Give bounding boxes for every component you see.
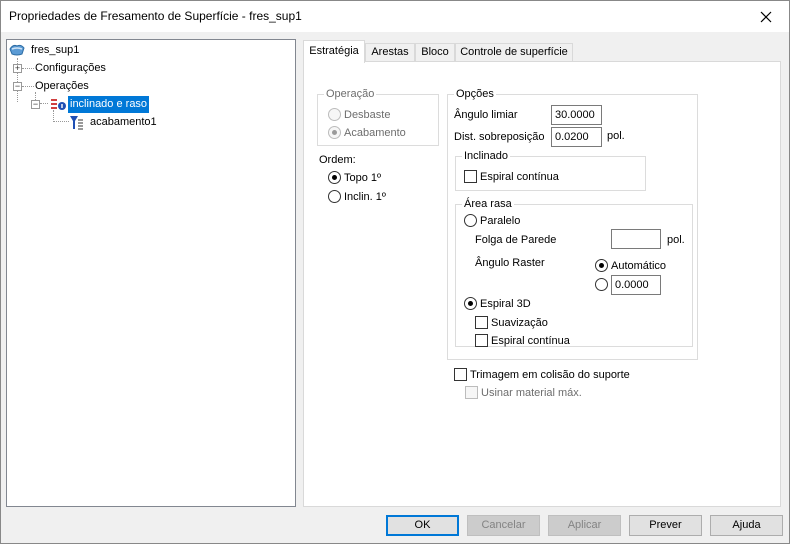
- ordem-label: Ordem:: [319, 154, 356, 166]
- dist-sobreposicao-input[interactable]: [551, 127, 602, 147]
- suavizacao-checkbox[interactable]: Suavização: [475, 315, 548, 330]
- dist-unit-label: pol.: [607, 130, 625, 142]
- automatico-radio[interactable]: Automático: [595, 258, 666, 273]
- radio-icon: [328, 107, 341, 121]
- tree-item-inclinado[interactable]: − inclinado e raso: [7, 96, 167, 113]
- window-title: Propriedades de Fresamento de Superfície…: [9, 9, 302, 23]
- expand-icon[interactable]: +: [13, 64, 22, 73]
- steep-shallow-icon: [51, 99, 66, 110]
- checkbox-icon: [465, 385, 478, 399]
- area-rasa-espiral-checkbox[interactable]: Espiral contínua: [475, 333, 570, 348]
- radio-icon: [595, 258, 608, 272]
- dialog-window: Propriedades de Fresamento de Superfície…: [0, 0, 790, 544]
- topo-radio[interactable]: Topo 1º: [328, 170, 381, 185]
- operations-tree[interactable]: fres_sup1 + Configurações − Operações − …: [6, 39, 296, 507]
- inclinado-espiral-checkbox[interactable]: Espiral contínua: [464, 169, 559, 184]
- tab-arestas[interactable]: Arestas: [365, 43, 415, 62]
- checkbox-icon: [454, 367, 467, 381]
- opcoes-legend: Opções: [454, 88, 496, 101]
- collapse-icon[interactable]: −: [13, 82, 22, 91]
- angulo-limiar-label: Ângulo limiar: [454, 109, 518, 121]
- inclinado-group: Inclinado Espiral contínua: [455, 150, 646, 191]
- area-rasa-legend: Área rasa: [462, 198, 514, 211]
- checkbox-icon: [464, 169, 477, 183]
- area-rasa-group: Área rasa Paralelo Folga de Parede pol. …: [455, 198, 693, 348]
- radio-icon: [464, 296, 477, 310]
- finishing-tool-icon: [70, 116, 83, 130]
- operacao-legend: Operação: [324, 88, 377, 101]
- checkbox-icon: [475, 315, 488, 329]
- cancel-button[interactable]: Cancelar: [467, 515, 540, 536]
- operacao-group: Operação Desbaste Acabamento: [317, 88, 439, 146]
- preview-button[interactable]: Prever: [629, 515, 702, 536]
- tab-bloco[interactable]: Bloco: [415, 43, 455, 62]
- radio-icon: [595, 277, 608, 291]
- tree-label-acabamento: acabamento1: [90, 116, 157, 128]
- dist-sobreposicao-label: Dist. sobreposição: [454, 131, 545, 143]
- tree-label-root: fres_sup1: [31, 44, 80, 56]
- folga-parede-label: Folga de Parede: [475, 234, 557, 246]
- tree-item-acabamento[interactable]: acabamento1: [7, 114, 167, 131]
- radio-icon: [464, 213, 477, 227]
- radio-icon: [328, 125, 341, 139]
- tree-label-operacoes: Operações: [35, 80, 89, 92]
- folga-parede-input[interactable]: [611, 229, 661, 249]
- part-icon: [9, 44, 25, 56]
- paralelo-radio[interactable]: Paralelo: [464, 213, 520, 228]
- angulo-raster-label: Ângulo Raster: [475, 257, 545, 269]
- help-button[interactable]: Ajuda: [710, 515, 783, 536]
- espiral3d-radio[interactable]: Espiral 3D: [464, 296, 531, 311]
- tab-panel-estrategia: Operação Desbaste Acabamento Ordem: Topo…: [303, 61, 781, 507]
- tree-label-configuracoes: Configurações: [35, 62, 106, 74]
- tree-label-inclinado: inclinado e raso: [68, 96, 150, 113]
- inclin-radio[interactable]: Inclin. 1º: [328, 189, 386, 204]
- angulo-raster-input[interactable]: [611, 275, 661, 295]
- close-icon: [760, 11, 772, 22]
- folga-unit-label: pol.: [667, 234, 685, 246]
- close-button[interactable]: [743, 1, 789, 32]
- angulo-custom-radio[interactable]: [595, 277, 611, 292]
- apply-button[interactable]: Aplicar: [548, 515, 621, 536]
- tree-item-operacoes[interactable]: − Operações: [7, 78, 127, 95]
- tab-controle-superficie[interactable]: Controle de superfície: [455, 43, 573, 62]
- checkbox-icon: [475, 333, 488, 347]
- radio-icon: [328, 170, 341, 184]
- usinar-material-checkbox[interactable]: Usinar material máx.: [465, 385, 582, 400]
- ok-button[interactable]: OK: [386, 515, 459, 536]
- tree-item-configuracoes[interactable]: + Configurações: [7, 60, 127, 77]
- desbaste-radio[interactable]: Desbaste: [328, 107, 390, 122]
- acabamento-radio[interactable]: Acabamento: [328, 125, 406, 140]
- angulo-limiar-input[interactable]: [551, 105, 602, 125]
- collapse-icon[interactable]: −: [31, 100, 40, 109]
- trimagem-checkbox[interactable]: Trimagem em colisão do suporte: [454, 367, 630, 382]
- tab-estrategia[interactable]: Estratégia: [303, 40, 365, 63]
- inclinado-legend: Inclinado: [462, 150, 511, 163]
- title-bar: Propriedades de Fresamento de Superfície…: [1, 1, 789, 32]
- opcoes-group: Opções Ângulo limiar Dist. sobreposição …: [447, 88, 698, 360]
- radio-icon: [328, 189, 341, 203]
